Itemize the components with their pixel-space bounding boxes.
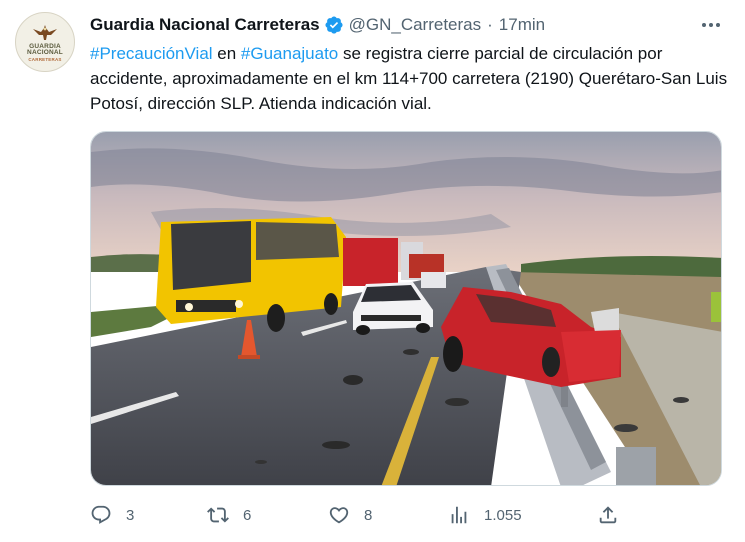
avatar[interactable]: GUARDIA NACIONAL CARRETERAS bbox=[15, 12, 75, 72]
verified-badge-icon bbox=[325, 16, 343, 34]
separator-dot: · bbox=[487, 15, 493, 34]
hashtag-link[interactable]: #PrecauciónVial bbox=[90, 44, 213, 63]
like-button[interactable]: 8 bbox=[328, 500, 372, 530]
reply-icon bbox=[91, 505, 111, 524]
tweet-photo[interactable] bbox=[90, 131, 722, 486]
avatar-logo-line: NACIONAL bbox=[27, 49, 63, 57]
like-count: 8 bbox=[364, 506, 373, 524]
author-name[interactable]: Guardia Nacional Carreteras bbox=[90, 15, 320, 35]
tweet-header: Guardia Nacional Carreteras @GN_Carreter… bbox=[90, 13, 545, 37]
accident-photo bbox=[91, 132, 721, 485]
tweet-timestamp[interactable]: 17min bbox=[499, 15, 545, 35]
tweet-text-segment: en bbox=[212, 44, 241, 63]
retweet-count: 6 bbox=[243, 506, 252, 524]
views-count: 1.055 bbox=[484, 506, 522, 524]
views-icon bbox=[451, 506, 467, 524]
reply-count: 3 bbox=[126, 506, 135, 524]
share-button[interactable] bbox=[597, 500, 619, 530]
tweet-card[interactable]: GUARDIA NACIONAL CARRETERAS Guardia Naci… bbox=[0, 0, 745, 542]
share-icon bbox=[599, 506, 617, 524]
avatar-logo-line: CARRETERAS bbox=[28, 56, 62, 62]
hashtag-link[interactable]: #Guanajuato bbox=[241, 44, 338, 63]
tweet-actions: 3 6 8 1.055 bbox=[90, 500, 730, 530]
retweet-icon bbox=[207, 507, 229, 523]
reply-button[interactable]: 3 bbox=[90, 500, 134, 530]
author-handle[interactable]: @GN_Carreteras bbox=[349, 15, 482, 35]
like-icon bbox=[329, 507, 349, 524]
more-options-icon[interactable] bbox=[697, 14, 725, 36]
retweet-button[interactable]: 6 bbox=[207, 500, 251, 530]
eagle-logo-icon bbox=[33, 24, 57, 40]
tweet-text: #PrecauciónVial en #Guanajuato se regist… bbox=[90, 41, 730, 116]
views-button[interactable]: 1.055 bbox=[448, 500, 522, 530]
